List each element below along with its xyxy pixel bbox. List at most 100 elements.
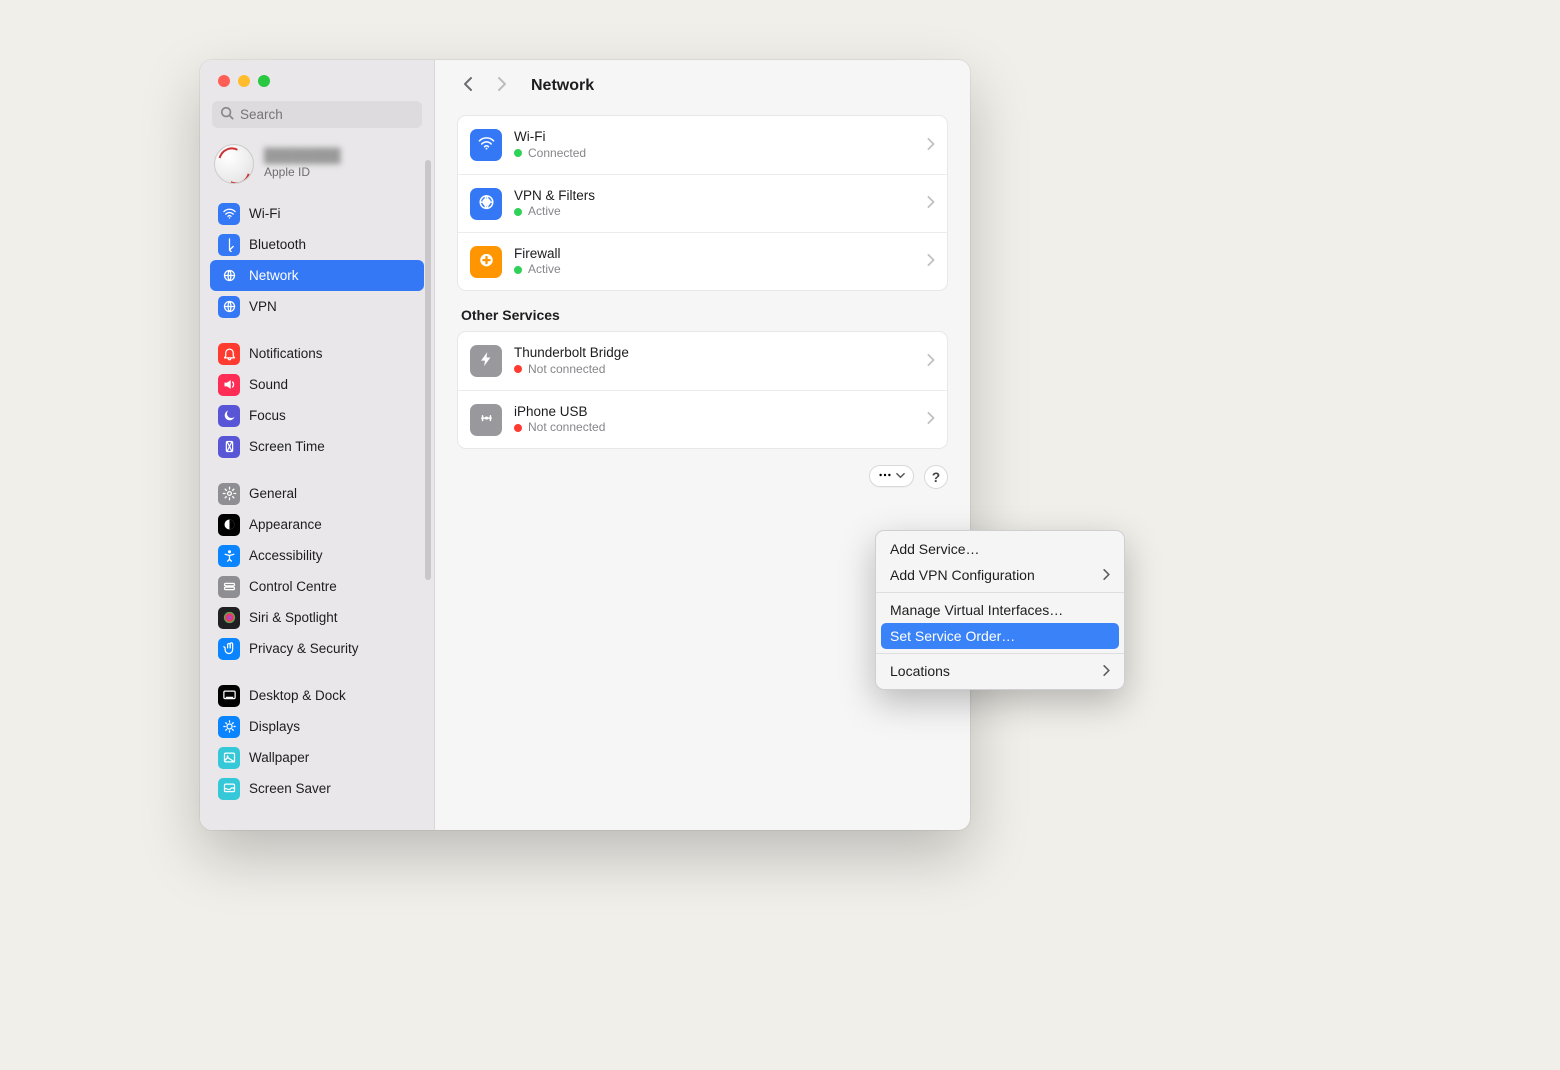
status-dot-icon — [514, 365, 522, 373]
service-title: Wi-Fi — [514, 129, 915, 146]
chevron-right-icon — [927, 196, 935, 211]
sidebar-item-focus[interactable]: Focus — [210, 400, 424, 431]
sidebar-item-label: General — [249, 486, 297, 501]
menu-item-add-vpn-configuration[interactable]: Add VPN Configuration — [876, 562, 1124, 588]
status-dot-icon — [514, 266, 522, 274]
wall-icon — [218, 747, 240, 769]
sidebar-item-screen-time[interactable]: Screen Time — [210, 431, 424, 462]
minimize-button[interactable] — [238, 75, 250, 87]
nav-forward-button[interactable] — [491, 74, 513, 97]
service-status: Not connected — [514, 362, 915, 377]
menu-separator — [876, 653, 1124, 654]
sidebar-item-label: Notifications — [249, 346, 323, 361]
sidebar-item-label: Bluetooth — [249, 237, 306, 252]
sidebar-item-wi-fi[interactable]: Wi-Fi — [210, 198, 424, 229]
acc-icon — [218, 545, 240, 567]
service-row-iphone-usb[interactable]: iPhone USBNot connected — [458, 390, 947, 448]
sidebar-item-general[interactable]: General — [210, 478, 424, 509]
service-row-firewall[interactable]: FirewallActive — [458, 232, 947, 290]
search-icon — [220, 106, 234, 123]
hour-icon — [218, 436, 240, 458]
sidebar-item-wallpaper[interactable]: Wallpaper — [210, 742, 424, 773]
chevron-right-icon — [1103, 567, 1110, 583]
globe-icon — [218, 265, 240, 287]
menu-item-label: Locations — [890, 663, 950, 679]
hand-icon — [218, 638, 240, 660]
snd-icon — [218, 374, 240, 396]
system-settings-window: ████████ Apple ID Wi-Fi Bluetooth Network V… — [200, 60, 970, 830]
sidebar-item-label: Wi-Fi — [249, 206, 280, 221]
chevron-right-icon — [927, 254, 935, 269]
sidebar-item-vpn[interactable]: VPN — [210, 291, 424, 322]
bell-icon — [218, 343, 240, 365]
menu-item-add-service-[interactable]: Add Service… — [876, 536, 1124, 562]
sidebar-item-appearance[interactable]: Appearance — [210, 509, 424, 540]
dock-icon — [218, 685, 240, 707]
service-row-wi-fi[interactable]: Wi-FiConnected — [458, 116, 947, 174]
chevron-right-icon — [927, 412, 935, 427]
sidebar-item-label: VPN — [249, 299, 277, 314]
sidebar-item-notifications[interactable]: Notifications — [210, 338, 424, 369]
window-controls — [200, 60, 434, 97]
sidebar-item-label: Appearance — [249, 517, 322, 532]
service-row-thunderbolt-bridge[interactable]: Thunderbolt BridgeNot connected — [458, 332, 947, 390]
moon-icon — [218, 405, 240, 427]
menu-item-label: Add Service… — [890, 541, 979, 557]
service-status: Not connected — [514, 420, 915, 435]
sidebar-item-siri-spotlight[interactable]: Siri & Spotlight — [210, 602, 424, 633]
sidebar-item-bluetooth[interactable]: Bluetooth — [210, 229, 424, 260]
sidebar-item-label: Focus — [249, 408, 286, 423]
sidebar-item-displays[interactable]: Displays — [210, 711, 424, 742]
other-services-card: Thunderbolt BridgeNot connectediPhone US… — [457, 331, 948, 449]
siri-icon — [218, 607, 240, 629]
scsv-icon — [218, 778, 240, 800]
nav-back-button[interactable] — [457, 74, 479, 97]
search-input[interactable] — [240, 107, 417, 122]
primary-services-card: Wi-FiConnectedVPN & FiltersActiveFirewal… — [457, 115, 948, 291]
main-panel: Network Wi-FiConnectedVPN & FiltersActiv… — [435, 60, 970, 830]
apple-id-row[interactable]: ████████ Apple ID — [200, 138, 434, 198]
globe-icon — [218, 296, 240, 318]
sidebar-item-accessibility[interactable]: Accessibility — [210, 540, 424, 571]
sidebar-item-label: Desktop & Dock — [249, 688, 346, 703]
sidebar-item-label: Displays — [249, 719, 300, 734]
sidebar-item-label: Wallpaper — [249, 750, 309, 765]
sidebar-item-sound[interactable]: Sound — [210, 369, 424, 400]
other-services-title: Other Services — [461, 307, 944, 323]
header: Network — [435, 60, 970, 107]
menu-item-manage-virtual-interfaces-[interactable]: Manage Virtual Interfaces… — [876, 597, 1124, 623]
close-button[interactable] — [218, 75, 230, 87]
search-field[interactable] — [212, 101, 422, 128]
sidebar-item-label: Network — [249, 268, 299, 283]
gear-icon — [218, 483, 240, 505]
service-title: VPN & Filters — [514, 188, 915, 205]
sidebar-item-label: Sound — [249, 377, 288, 392]
sidebar-list: Wi-Fi Bluetooth Network VPN Notifications Sou… — [200, 198, 434, 830]
help-button[interactable]: ? — [924, 465, 948, 489]
sidebar-item-desktop-dock[interactable]: Desktop & Dock — [210, 680, 424, 711]
service-row-vpn-filters[interactable]: VPN & FiltersActive — [458, 174, 947, 232]
chevron-right-icon — [927, 354, 935, 369]
menu-item-set-service-order-[interactable]: Set Service Order… — [881, 623, 1119, 649]
status-dot-icon — [514, 208, 522, 216]
appr-icon — [218, 514, 240, 536]
usb-icon — [470, 404, 502, 436]
chevron-right-icon — [1103, 663, 1110, 679]
sidebar-scrollbar[interactable] — [425, 160, 431, 580]
service-title: iPhone USB — [514, 404, 915, 421]
apple-id-sub: Apple ID — [264, 165, 341, 180]
menu-item-locations[interactable]: Locations — [876, 658, 1124, 684]
chevron-right-icon — [927, 138, 935, 153]
apple-id-name: ████████ — [264, 148, 341, 165]
service-status: Connected — [514, 146, 915, 161]
service-title: Thunderbolt Bridge — [514, 345, 915, 362]
sidebar-item-network[interactable]: Network — [210, 260, 424, 291]
sidebar-item-privacy-security[interactable]: Privacy & Security — [210, 633, 424, 664]
sidebar-item-label: Accessibility — [249, 548, 323, 563]
more-menu-button[interactable] — [869, 465, 914, 487]
sidebar: ████████ Apple ID Wi-Fi Bluetooth Network V… — [200, 60, 435, 830]
sidebar-item-control-centre[interactable]: Control Centre — [210, 571, 424, 602]
avatar — [214, 144, 254, 184]
maximize-button[interactable] — [258, 75, 270, 87]
sidebar-item-screen-saver[interactable]: Screen Saver — [210, 773, 424, 804]
